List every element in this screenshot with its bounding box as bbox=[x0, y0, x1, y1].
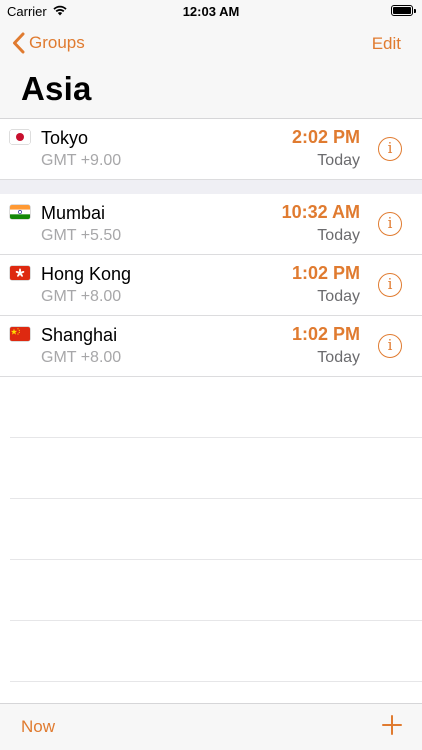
city-row-mumbai[interactable]: Mumbai GMT +5.50 10:32 AM Today i bbox=[0, 194, 422, 255]
city-name: Shanghai bbox=[41, 325, 118, 345]
battery-icon bbox=[391, 5, 416, 16]
city-row-tokyo[interactable]: Tokyo GMT +9.00 2:02 PM Today i bbox=[0, 119, 422, 180]
empty-row bbox=[10, 621, 422, 682]
empty-row bbox=[10, 560, 422, 621]
back-button-label: Groups bbox=[29, 33, 85, 52]
back-button[interactable]: Groups bbox=[12, 32, 85, 54]
navigation-bar: Groups Edit Asia bbox=[0, 22, 422, 119]
city-name: Hong Kong bbox=[41, 264, 132, 284]
local-time: 1:02 PM bbox=[291, 324, 360, 344]
info-button[interactable]: i bbox=[378, 334, 402, 358]
edit-button[interactable]: Edit bbox=[372, 34, 401, 54]
city-name: Mumbai bbox=[41, 203, 106, 223]
page-title: Asia bbox=[21, 70, 92, 107]
hong-kong-flag-icon bbox=[10, 266, 30, 280]
add-city-button[interactable] bbox=[382, 715, 402, 735]
bottom-toolbar: Now bbox=[0, 703, 422, 750]
now-button[interactable]: Now bbox=[21, 717, 55, 737]
day-label: Today bbox=[317, 288, 360, 305]
gmt-offset: GMT +8.00 bbox=[41, 349, 122, 366]
empty-row bbox=[10, 499, 422, 560]
empty-row bbox=[10, 438, 422, 499]
city-row-hong-kong[interactable]: Hong Kong GMT +8.00 1:02 PM Today i bbox=[0, 255, 422, 316]
india-flag-icon bbox=[10, 205, 30, 219]
chevron-left-icon bbox=[13, 32, 25, 54]
japan-flag-icon bbox=[10, 130, 30, 144]
gmt-offset: GMT +8.00 bbox=[41, 288, 122, 305]
cities-list: Tokyo GMT +9.00 2:02 PM Today i Mumbai G… bbox=[0, 119, 422, 682]
local-time: 2:02 PM bbox=[291, 127, 360, 147]
empty-row bbox=[10, 377, 422, 438]
china-flag-icon bbox=[10, 327, 30, 341]
gmt-offset: GMT +9.00 bbox=[41, 152, 122, 169]
day-label: Today bbox=[317, 227, 360, 244]
gmt-offset: GMT +5.50 bbox=[41, 227, 122, 244]
local-time: 10:32 AM bbox=[281, 202, 360, 222]
info-button[interactable]: i bbox=[378, 273, 402, 297]
status-bar: Carrier 12:03 AM bbox=[0, 0, 422, 22]
local-time: 1:02 PM bbox=[291, 263, 360, 283]
day-label: Today bbox=[317, 152, 360, 169]
info-button[interactable]: i bbox=[378, 137, 402, 161]
section-separator bbox=[0, 180, 422, 194]
status-clock: 12:03 AM bbox=[182, 4, 240, 19]
city-name: Tokyo bbox=[41, 128, 89, 148]
info-button[interactable]: i bbox=[378, 212, 402, 236]
city-row-shanghai[interactable]: Shanghai GMT +8.00 1:02 PM Today i bbox=[0, 316, 422, 377]
day-label: Today bbox=[317, 349, 360, 366]
